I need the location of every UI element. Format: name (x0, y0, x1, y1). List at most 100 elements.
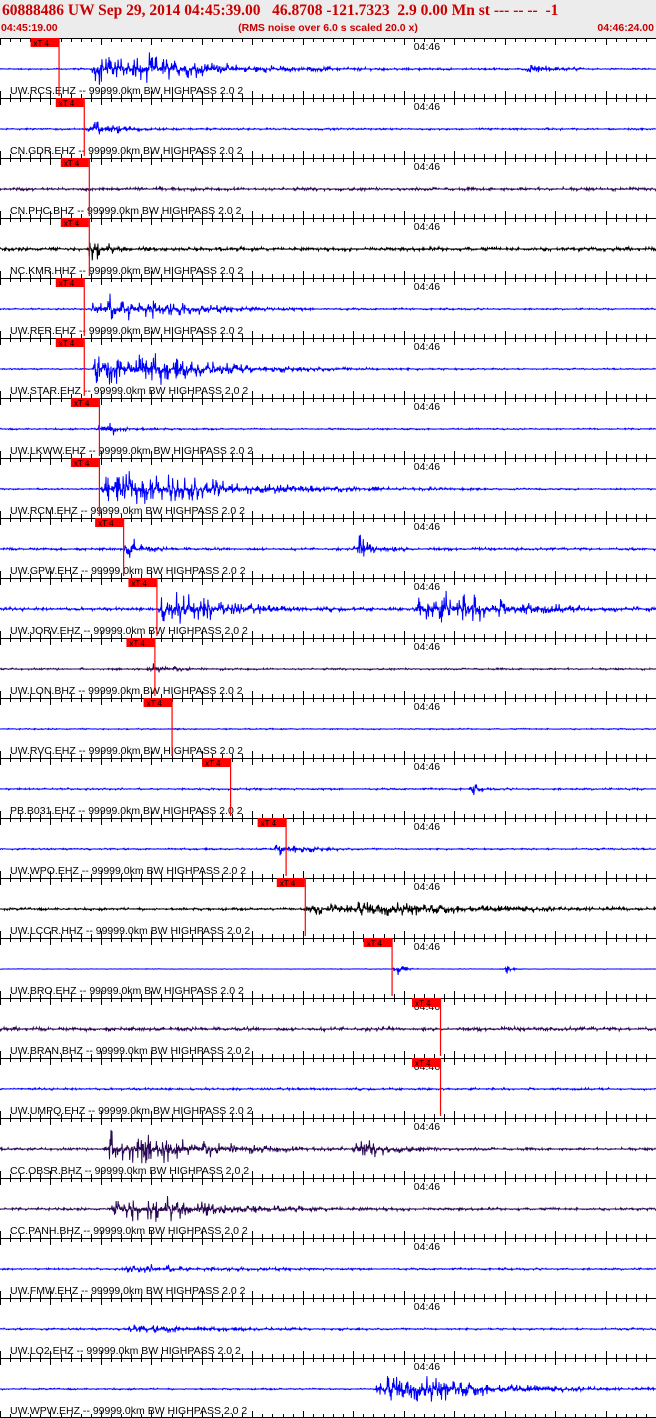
pick-label: xT 4 (131, 579, 147, 588)
trace-label: UW.WPW.EHZ -- 99999.0km BW HIGHPASS 2.0 … (10, 1405, 247, 1417)
waveform (0, 242, 656, 261)
trace-panel: 04:46 PB.B031.EHZ -- 99999.0km BW HIGHPAS… (0, 758, 656, 818)
pick-label: xT 4 (415, 1059, 431, 1068)
pick-label: xT 4 (98, 519, 114, 528)
minute-label: 04:46 (414, 941, 440, 953)
trace-panel: 04:46 UW.WPW.EHZ -- 99999.0km BW HIGHPASS… (0, 1358, 656, 1418)
pick-label: xT 4 (59, 339, 75, 348)
minute-label: 04:46 (414, 341, 440, 353)
trace-label: UW.RCM.EHZ -- 99999.0km BW HIGHPASS 2.0 … (10, 505, 245, 517)
waveform (0, 422, 656, 436)
minute-label: 04:46 (414, 1301, 440, 1313)
trace-panel: 04:46 UW.RCM.EHZ -- 99999.0km BW HIGHPASS… (0, 458, 656, 518)
pick-label: xT 4 (147, 699, 163, 708)
waveform (0, 471, 656, 505)
trace-panel: 04:46 UW.LKWW.EHZ -- 99999.0km BW HIGHPAS… (0, 398, 656, 458)
minute-label: 04:46 (414, 881, 440, 893)
trace-label: UW.FMW.EHZ -- 99999.0km BW HIGHPASS 2.0 … (10, 1285, 246, 1297)
trace-label: NC.KMR.HHZ -- 99999.0km BW HIGHPASS 2.0 … (10, 265, 243, 277)
minute-label: 04:46 (414, 401, 440, 413)
pick-label: xT 4 (205, 759, 221, 768)
trace-label: UW.BRAN.BHZ -- 99999.0km BW HIGHPASS 2.0… (10, 1045, 250, 1057)
trace-panel: 04:46 NC.KMR.HHZ -- 99999.0km BW HIGHPASS… (0, 218, 656, 278)
trace-label: UW.STAR.EHZ -- 99999.0km BW HIGHPASS 2.0… (10, 385, 248, 397)
pick-label: xT 4 (64, 219, 80, 228)
trace-panel: 04:46 UW.BRO.EHZ -- 99999.0km BW HIGHPASS… (0, 938, 656, 998)
trace-panel: 04:46 CN.PHC.BHZ -- 99999.0km BW HIGHPASS… (0, 158, 656, 218)
minute-label: 04:46 (414, 1241, 440, 1253)
trace-label: UW.WPO.EHZ -- 99999.0km BW HIGHPASS 2.0 … (10, 865, 246, 877)
pick-label: xT 4 (34, 39, 50, 48)
trace-label: CC.PANH.BHZ -- 99999.0km BW HIGHPASS 2.0… (10, 1225, 248, 1237)
waveform (0, 784, 656, 796)
waveform (0, 1324, 656, 1333)
pick-label: xT 4 (64, 159, 80, 168)
noise-note: (RMS noise over 6.0 s scaled 20.0 x) (238, 22, 418, 34)
pick-label: xT 4 (59, 99, 75, 108)
trace-panel: 04:46 UW.LCCR.HHZ -- 99999.0km BW HIGHPAS… (0, 878, 656, 938)
trace-label: UW.LCCR.HHZ -- 99999.0km BW HIGHPASS 2.0… (10, 925, 250, 937)
minute-label: 04:46 (414, 221, 440, 233)
trace-panel: 04:46 UW.GPW.EHZ -- 99999.0km BW HIGHPASS… (0, 518, 656, 578)
trace-label: CN.PHC.BHZ -- 99999.0km BW HIGHPASS 2.0 … (10, 205, 242, 217)
trace-label: CN.GDR.EHZ -- 99999.0km BW HIGHPASS 2.0 … (10, 145, 243, 157)
pick-label: xT 4 (415, 999, 431, 1008)
waveform (0, 1376, 656, 1402)
waveform (0, 52, 656, 85)
pick-label: xT 4 (367, 939, 383, 948)
minute-label: 04:46 (414, 41, 440, 53)
minute-label: 04:46 (414, 821, 440, 833)
trace-label: UW.RVC.EHZ -- 99999.0km BW HIGHPASS 2.0 … (10, 745, 243, 757)
trace-label: UW.BRO.EHZ -- 99999.0km BW HIGHPASS 2.0 … (10, 985, 244, 997)
pick-label: xT 4 (74, 459, 90, 468)
minute-label: 04:46 (414, 641, 440, 653)
waveform (0, 293, 656, 321)
trace-panel: 04:46UW.BRAN.BHZ -- 99999.0km BW HIGHPAS… (0, 998, 656, 1058)
minute-label: 04:46 (414, 161, 440, 173)
waveform (0, 1086, 656, 1092)
trace-panel: 04:46 UW.WPO.EHZ -- 99999.0km BW HIGHPASS… (0, 818, 656, 878)
waveform (0, 185, 656, 193)
trace-panel: 04:46 UW.LO2.EHZ -- 99999.0km BW HIGHPASS… (0, 1298, 656, 1358)
pick-label: xT 4 (59, 279, 75, 288)
trace-panel: 04:46 UW.RVC.EHZ -- 99999.0km BW HIGHPASS… (0, 698, 656, 758)
minute-label: 04:46 (414, 761, 440, 773)
minute-label: 04:46 (414, 461, 440, 473)
waveform (0, 965, 656, 975)
waveform (0, 534, 656, 558)
trace-label: UW.UMPQ.EHZ -- 99999.0km BW HIGHPASS 2.0… (10, 1105, 253, 1117)
trace-label: UW.LON.BHZ -- 99999.0km BW HIGHPASS 2.0 … (10, 685, 243, 697)
minute-label: 04:46 (414, 1181, 440, 1193)
trace-panel: 04:46 UW.LON.BHZ -- 99999.0km BW HIGHPASS… (0, 638, 656, 698)
trace-label: CC.OBSR.BHZ -- 99999.0km BW HIGHPASS 2.0… (10, 1165, 249, 1177)
minute-label: 04:46 (414, 1361, 440, 1373)
waveform (0, 844, 656, 856)
trace-panel: 04:46 CC.OBSR.BHZ -- 99999.0km BW HIGHPAS… (0, 1118, 656, 1178)
trace-label: UW.LKWW.EHZ -- 99999.0km BW HIGHPASS 2.0… (10, 445, 253, 457)
trace-panel: 04:46UW.UMPQ.EHZ -- 99999.0km BW HIGHPAS… (0, 1058, 656, 1118)
pick-label: xT 4 (280, 879, 296, 888)
waveform (0, 1024, 656, 1034)
waveform (0, 353, 656, 385)
trace-label: UW.RCS.EHZ -- 99999.0km BW HIGHPASS 2.0 … (10, 85, 243, 97)
pick-label: xT 4 (261, 819, 277, 828)
waveform (0, 727, 656, 731)
waveform (0, 1129, 656, 1164)
trace-panel: 04:46 UW.RCS.EHZ -- 99999.0km BW HIGHPASS… (0, 38, 656, 98)
minute-label: 04:46 (414, 521, 440, 533)
trace-label: UW.GPW.EHZ -- 99999.0km BW HIGHPASS 2.0 … (10, 565, 246, 577)
trace-panel: 04:46 UW.STAR.EHZ -- 99999.0km BW HIGHPAS… (0, 338, 656, 398)
waveform (0, 1195, 656, 1222)
trace-panel: 04:46 UW.FMW.EHZ -- 99999.0km BW HIGHPASS… (0, 1238, 656, 1298)
trace-label: UW.JORV.EHZ -- 99999.0km BW HIGHPASS 2.0… (10, 625, 248, 637)
pick-label: xT 4 (129, 639, 145, 648)
minute-label: 04:46 (414, 581, 440, 593)
end-time: 04:46:24.00 (597, 22, 654, 34)
minute-label: 04:46 (414, 281, 440, 293)
trace-label: PB.B031.EHZ -- 99999.0km BW HIGHPASS 2.0… (10, 805, 243, 817)
waveform (0, 663, 656, 673)
trace-panel: 04:46 UW.JORV.EHZ -- 99999.0km BW HIGHPAS… (0, 578, 656, 638)
trace-panel: 04:46 CN.GDR.EHZ -- 99999.0km BW HIGHPASS… (0, 98, 656, 158)
waveform (0, 121, 656, 135)
trace-panel: 04:46 UW.RER.EHZ -- 99999.0km BW HIGHPASS… (0, 278, 656, 338)
